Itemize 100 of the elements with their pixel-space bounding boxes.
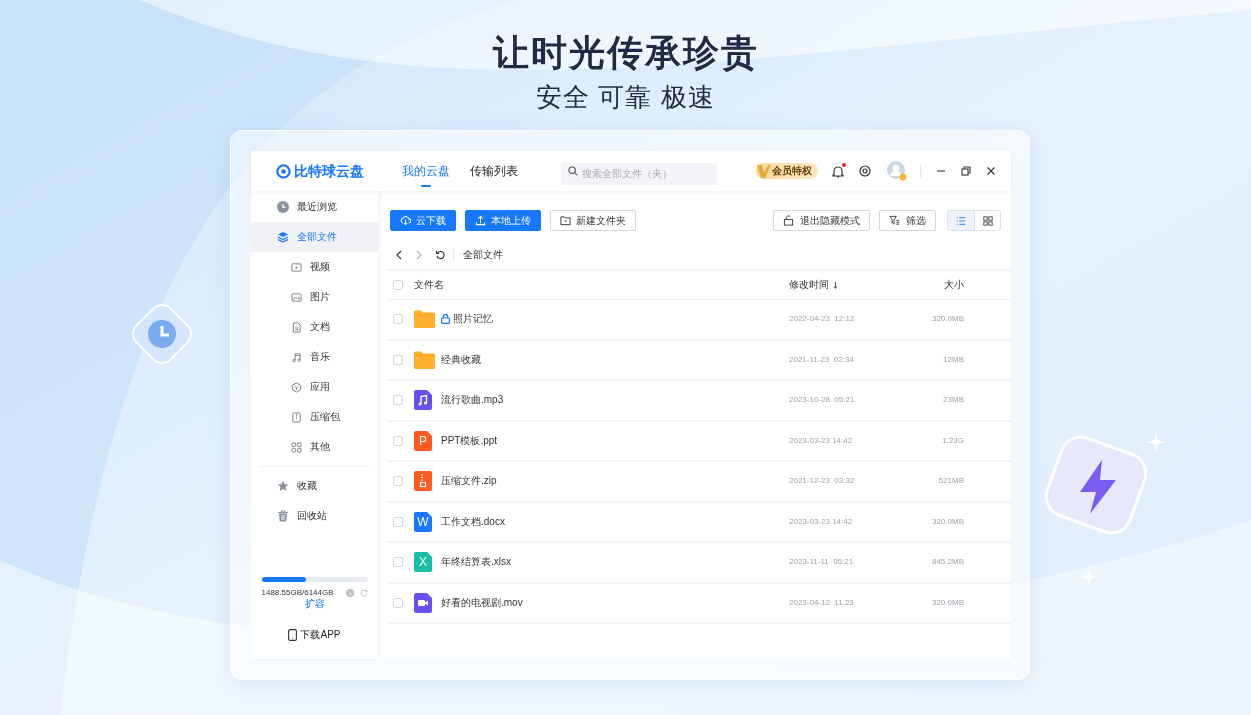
info-icon[interactable] (345, 589, 354, 597)
file-name[interactable]: 工作文档.docx (441, 516, 505, 527)
upload-icon (475, 215, 486, 226)
view-toggle[interactable] (974, 211, 1000, 230)
expand-storage-link[interactable]: 扩容 (304, 599, 325, 609)
sidebar-item[interactable]: 文档 (251, 312, 378, 342)
zip-file-icon (414, 471, 432, 492)
settings-icon[interactable] (859, 165, 871, 177)
table-cell-text: 2021-11-23 02:34 (789, 355, 855, 364)
checkbox[interactable] (393, 435, 403, 446)
avatar-icon[interactable] (887, 161, 907, 181)
logo-text: 比特球云盘 (294, 164, 364, 178)
file-name[interactable]: 照片记忆 (453, 314, 493, 325)
grid-icon (291, 441, 302, 453)
file-name[interactable]: 流行歌曲.mp3 (441, 395, 504, 406)
table-cell-text: 2021-12-23 03:32 (789, 477, 856, 486)
sidebar-item[interactable]: 收藏 (251, 471, 378, 501)
sidebar-item[interactable]: 视频 (251, 252, 378, 282)
sidebar-item[interactable]: 全部文件 (251, 222, 378, 252)
table-cell-text: 845.2MB (930, 558, 964, 567)
back-icon[interactable] (395, 250, 403, 260)
cloud-download-icon (400, 215, 411, 226)
toolbar-button[interactable]: 筛选 (879, 210, 936, 231)
forward-icon[interactable] (415, 250, 423, 260)
table-cell-text: 2023-04-12 11:23 (789, 598, 855, 607)
logo-icon (276, 163, 291, 179)
table-cell-text: 2023-03-23 14:42 (789, 436, 854, 445)
vip-badge[interactable]: 会员特权 (756, 163, 818, 179)
table-cell-text: 320.0MB (930, 315, 964, 324)
box-icon (291, 381, 302, 393)
table-cell-text: 2023-10-28 05:21 (789, 396, 856, 405)
list-view-icon (956, 215, 966, 226)
tagline: 安全 可靠 极速 (536, 81, 715, 114)
vip-v-icon (756, 163, 772, 179)
phone-icon (288, 629, 298, 641)
file-name[interactable]: 经典收藏 (441, 354, 481, 365)
column-header[interactable]: 文件名 (414, 280, 789, 290)
sparkle-icon (1146, 432, 1166, 452)
word-file-icon: W (414, 511, 432, 532)
checkbox[interactable] (393, 395, 403, 406)
sidebar-item[interactable]: 音乐 (251, 342, 378, 372)
toolbar-button[interactable]: 退出隐藏模式 (773, 210, 870, 231)
checkbox[interactable] (393, 314, 403, 325)
checkbox[interactable] (393, 516, 403, 527)
table-cell-text: 320.0MB (930, 598, 964, 607)
table-cell-text: 1.23G (941, 436, 964, 445)
music-icon (291, 351, 302, 363)
zip-icon (291, 411, 302, 423)
music-file-icon (414, 390, 432, 411)
trash-icon (277, 510, 289, 522)
file-name[interactable]: PPT模板.ppt (441, 435, 498, 446)
table-cell-text: 12MB (942, 355, 964, 364)
layers-icon (277, 231, 289, 243)
tab[interactable]: 我的云盘 (402, 151, 450, 191)
excel-file-icon: X (414, 552, 432, 573)
file-name[interactable]: 年终结算表.xlsx (441, 557, 511, 568)
close-icon[interactable] (986, 166, 996, 176)
headline: 让时光传承珍贵 (492, 31, 759, 75)
file-name[interactable]: 压缩文件.zip (441, 476, 497, 487)
folder-icon (414, 310, 435, 329)
star-icon (277, 480, 289, 492)
search-field[interactable]: 搜索全部文件（夹） (561, 162, 717, 185)
checkbox[interactable] (393, 597, 403, 608)
folder-icon (414, 350, 435, 369)
new-folder-icon (560, 215, 571, 226)
sidebar-item[interactable]: 压缩包 (251, 402, 378, 432)
table-cell-text: 2023-11-11 05:21 (789, 558, 855, 567)
column-header[interactable]: 修改时间 (789, 280, 829, 290)
checkbox[interactable] (393, 280, 403, 290)
view-toggle[interactable] (948, 211, 974, 230)
checkbox[interactable] (393, 557, 403, 568)
toolbar-button[interactable]: 本地上传 (465, 210, 541, 231)
toolbar-button[interactable]: 新建文件夹 (550, 210, 636, 231)
refresh-icon[interactable] (435, 250, 445, 260)
sparkle-icon (1080, 568, 1098, 586)
storage-usage: 1488.55GB/6144GB (261, 589, 334, 597)
sidebar-item[interactable]: 应用 (251, 372, 378, 402)
file-name[interactable]: 好看的电视剧.mov (441, 597, 523, 608)
sidebar-item[interactable]: 回收站 (251, 501, 378, 531)
download-app-link[interactable]: 下载APP (300, 630, 341, 640)
column-header[interactable]: 大小 (909, 280, 964, 290)
breadcrumb[interactable]: 全部文件 (463, 250, 503, 260)
checkbox[interactable] (393, 354, 403, 365)
document-icon (291, 321, 302, 333)
table-cell-text: 521MB (937, 477, 964, 486)
table-cell-text: 2022-04-23 12:12 (789, 315, 856, 324)
bell-icon[interactable] (832, 164, 844, 178)
toolbar-button[interactable]: 云下载 (390, 210, 456, 231)
checkbox[interactable] (393, 476, 403, 487)
filter-icon (889, 215, 900, 226)
sidebar-item[interactable]: 其他 (251, 432, 378, 462)
table-cell-text: 2023-03-23 14:42 (789, 517, 854, 526)
search-icon (568, 166, 578, 176)
sidebar-item[interactable]: 图片 (251, 282, 378, 312)
tab[interactable]: 传输列表 (470, 151, 518, 191)
ppt-file-icon: P (414, 430, 432, 451)
table-cell-text: 320.0MB (930, 517, 964, 526)
restore-icon[interactable] (961, 166, 971, 176)
sidebar-item[interactable]: 最近浏览 (251, 192, 378, 222)
sort-down-icon[interactable] (833, 281, 838, 289)
